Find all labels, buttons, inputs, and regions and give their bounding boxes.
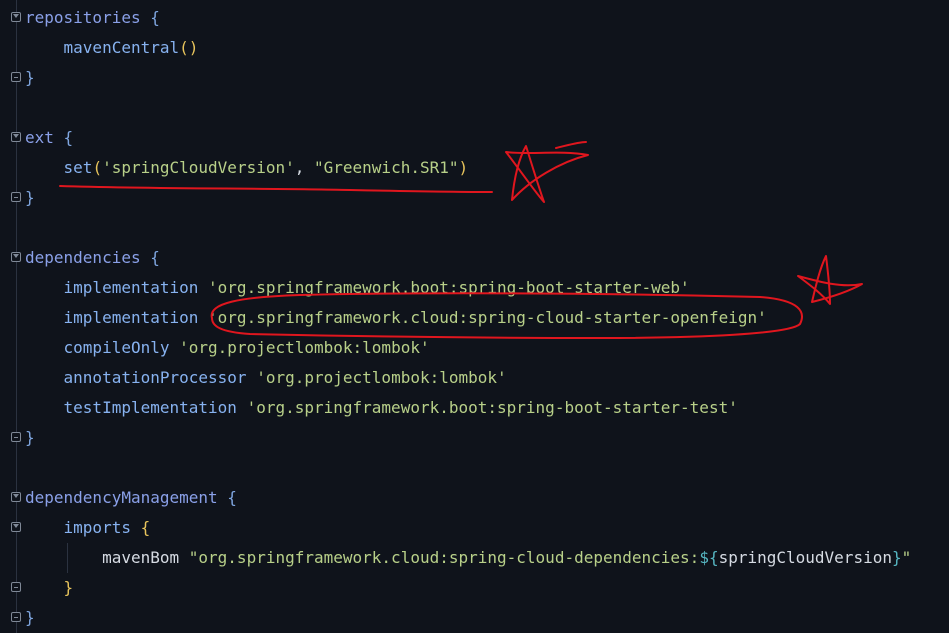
code-line: implementation 'org.springframework.clou… (25, 303, 767, 333)
star-annotation (555, 141, 587, 149)
brace: } (25, 608, 35, 627)
string-literal: 'org.springframework.boot:spring-boot-st… (246, 398, 738, 417)
code-line: dependencies { (25, 243, 160, 273)
string-literal: "Greenwich.SR1" (314, 158, 459, 177)
fold-close-icon[interactable] (11, 612, 21, 622)
code-line: compileOnly 'org.projectlombok:lombok' (25, 333, 430, 363)
brace: } (25, 428, 35, 447)
function-name: mavenBom (102, 548, 180, 567)
keyword: dependencyManagement (25, 488, 218, 507)
code-line: ext { (25, 123, 73, 153)
code-line: } (25, 423, 35, 453)
function-name: set (63, 158, 93, 177)
function-name: mavenCentral (63, 38, 180, 57)
string-literal: 'org.projectlombok:lombok' (256, 368, 507, 387)
dependency-config: testImplementation (63, 398, 237, 417)
string-literal: 'org.springframework.boot:spring-boot-st… (208, 278, 690, 297)
keyword: ext (25, 128, 54, 147)
dependency-config: annotationProcessor (63, 368, 247, 387)
brace: { (63, 128, 74, 147)
code-line: } (25, 183, 35, 213)
string-literal: " (901, 548, 912, 567)
code-line: } (25, 63, 35, 93)
dependency-config: compileOnly (63, 338, 170, 357)
keyword: repositories (25, 8, 141, 27)
string-literal: 'org.projectlombok:lombok' (179, 338, 430, 357)
interpolation-close: } (891, 548, 902, 567)
brace: { (150, 248, 160, 267)
fold-open-icon[interactable] (11, 132, 21, 142)
fold-open-icon[interactable] (11, 492, 21, 502)
code-line: dependencyManagement { (25, 483, 237, 513)
code-editor[interactable]: repositories { mavenCentral() } ext { se… (0, 0, 949, 633)
code-line: set('springCloudVersion', "Greenwich.SR1… (25, 153, 469, 183)
underline-annotation (59, 185, 493, 193)
brace: } (25, 68, 35, 87)
paren: ( (92, 158, 103, 177)
comma: , (294, 158, 314, 177)
code-line: mavenBom "org.springframework.cloud:spri… (25, 543, 911, 573)
star-annotation (797, 255, 863, 305)
string-literal: "org.springframework.cloud:spring-cloud-… (188, 548, 700, 567)
fold-open-icon[interactable] (11, 252, 21, 262)
code-line: testImplementation 'org.springframework.… (25, 393, 738, 423)
interpolation-variable: springCloudVersion (718, 548, 892, 567)
parens: () (179, 38, 199, 57)
fold-open-icon[interactable] (11, 522, 21, 532)
brace: } (63, 578, 74, 597)
brace: { (140, 518, 151, 537)
code-line: annotationProcessor 'org.projectlombok:l… (25, 363, 507, 393)
fold-close-icon[interactable] (11, 192, 21, 202)
dependency-config: implementation (63, 278, 199, 297)
brace: { (150, 8, 160, 27)
fold-open-icon[interactable] (11, 12, 21, 22)
code-line: } (25, 573, 74, 603)
star-annotation (505, 145, 589, 203)
fold-close-icon[interactable] (11, 432, 21, 442)
keyword: dependencies (25, 248, 141, 267)
code-line: imports { (25, 513, 151, 543)
code-line: mavenCentral() (25, 33, 199, 63)
code-line: } (25, 603, 35, 633)
gutter-divider (16, 0, 17, 633)
string-literal: 'springCloudVersion' (102, 158, 295, 177)
code-line: repositories { (25, 3, 160, 33)
fold-close-icon[interactable] (11, 72, 21, 82)
string-literal: 'org.springframework.cloud:spring-cloud-… (208, 308, 767, 327)
brace: { (227, 488, 237, 507)
fold-close-icon[interactable] (11, 582, 21, 592)
dependency-config: implementation (63, 308, 199, 327)
brace: } (25, 188, 35, 207)
interpolation-open: ${ (699, 548, 719, 567)
code-line: implementation 'org.springframework.boot… (25, 273, 690, 303)
paren: ) (458, 158, 469, 177)
function-name: imports (63, 518, 131, 537)
